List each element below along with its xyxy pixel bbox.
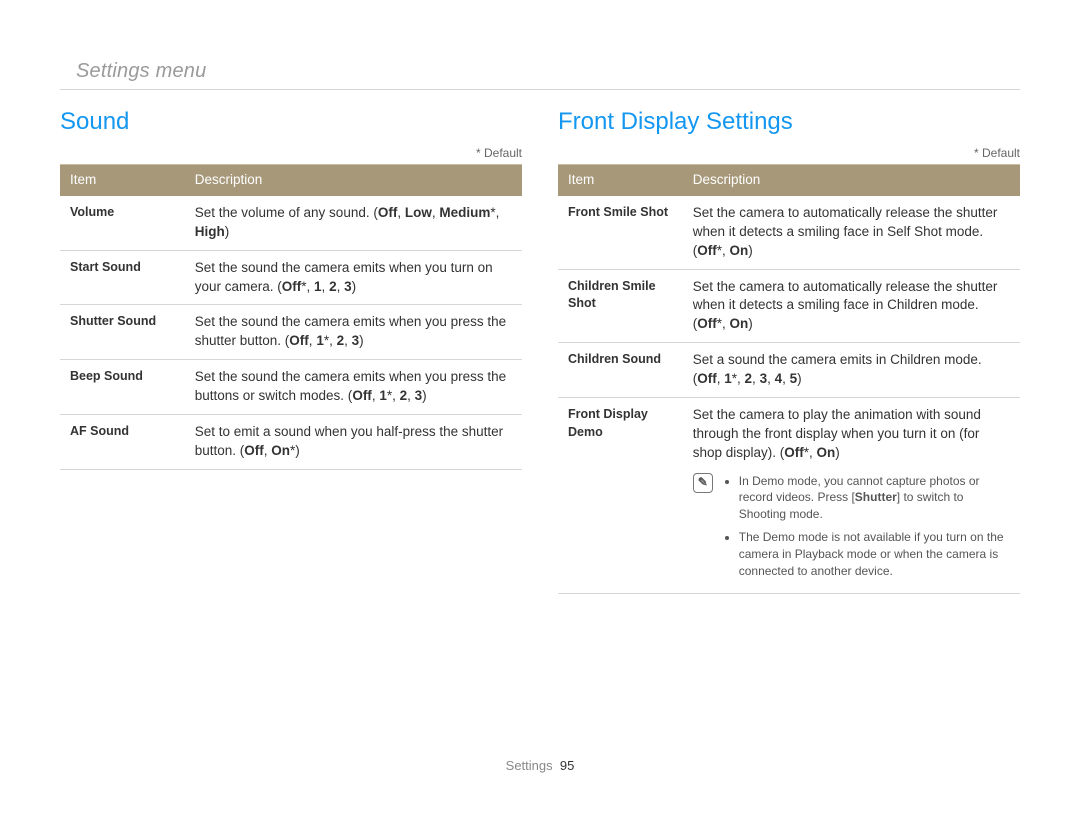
table-row: Children Smile ShotSet the camera to aut… (558, 269, 1020, 343)
table-row: Start SoundSet the sound the camera emit… (60, 250, 522, 305)
breadcrumb: Settings menu (60, 60, 1020, 83)
table-header-description: Description (185, 165, 522, 196)
description-cell: Set the camera to automatically release … (683, 269, 1020, 343)
table-row: Shutter SoundSet the sound the camera em… (60, 305, 522, 360)
note-box: ✎ In Demo mode, you cannot capture photos… (693, 473, 1010, 586)
description-cell: Set to emit a sound when you half-press … (185, 415, 522, 470)
section-title-front-display: Front Display Settings (558, 108, 1020, 136)
left-column: Sound * Default Item Description VolumeS… (60, 108, 522, 594)
right-column: Front Display Settings * Default Item De… (558, 108, 1020, 594)
footer-page-number: 95 (560, 758, 574, 773)
default-note: * Default (558, 146, 1020, 160)
description-cell: Set the sound the camera emits when you … (185, 305, 522, 360)
item-name-cell: Start Sound (60, 250, 185, 305)
item-name-cell: Beep Sound (60, 360, 185, 415)
footer: Settings 95 (0, 758, 1080, 773)
table-row: Front Display DemoSet the camera to play… (558, 398, 1020, 594)
front-display-table: Item Description Front Smile ShotSet the… (558, 164, 1020, 594)
sound-table: Item Description VolumeSet the volume of… (60, 164, 522, 470)
table-row: VolumeSet the volume of any sound. (Off,… (60, 196, 522, 250)
note-item: In Demo mode, you cannot capture photos … (739, 473, 1010, 523)
item-name-cell: Volume (60, 196, 185, 250)
item-name-cell: Children Smile Shot (558, 269, 683, 343)
page: Settings menu Sound * Default Item Descr… (0, 0, 1080, 815)
table-header-description: Description (683, 165, 1020, 196)
front-display-table-body: Front Smile ShotSet the camera to automa… (558, 196, 1020, 594)
table-header-item: Item (60, 165, 185, 196)
table-row: Beep SoundSet the sound the camera emits… (60, 360, 522, 415)
table-row: Children SoundSet a sound the camera emi… (558, 343, 1020, 398)
columns: Sound * Default Item Description VolumeS… (60, 108, 1020, 594)
section-title-sound: Sound (60, 108, 522, 136)
default-note: * Default (60, 146, 522, 160)
description-cell: Set the camera to play the animation wit… (683, 398, 1020, 594)
footer-section: Settings (506, 758, 553, 773)
description-cell: Set the sound the camera emits when you … (185, 250, 522, 305)
note-item: The Demo mode is not available if you tu… (739, 529, 1010, 579)
table-row: Front Smile ShotSet the camera to automa… (558, 196, 1020, 269)
item-name-cell: AF Sound (60, 415, 185, 470)
note-icon: ✎ (693, 473, 713, 493)
item-name-cell: Shutter Sound (60, 305, 185, 360)
table-header-item: Item (558, 165, 683, 196)
note-list: In Demo mode, you cannot capture photos … (721, 473, 1010, 586)
description-cell: Set the camera to automatically release … (683, 196, 1020, 269)
description-cell: Set the volume of any sound. (Off, Low, … (185, 196, 522, 250)
description-cell: Set a sound the camera emits in Children… (683, 343, 1020, 398)
table-row: AF SoundSet to emit a sound when you hal… (60, 415, 522, 470)
sound-table-body: VolumeSet the volume of any sound. (Off,… (60, 196, 522, 469)
item-name-cell: Front Display Demo (558, 398, 683, 594)
item-name-cell: Children Sound (558, 343, 683, 398)
item-name-cell: Front Smile Shot (558, 196, 683, 269)
divider (60, 89, 1020, 90)
description-cell: Set the sound the camera emits when you … (185, 360, 522, 415)
